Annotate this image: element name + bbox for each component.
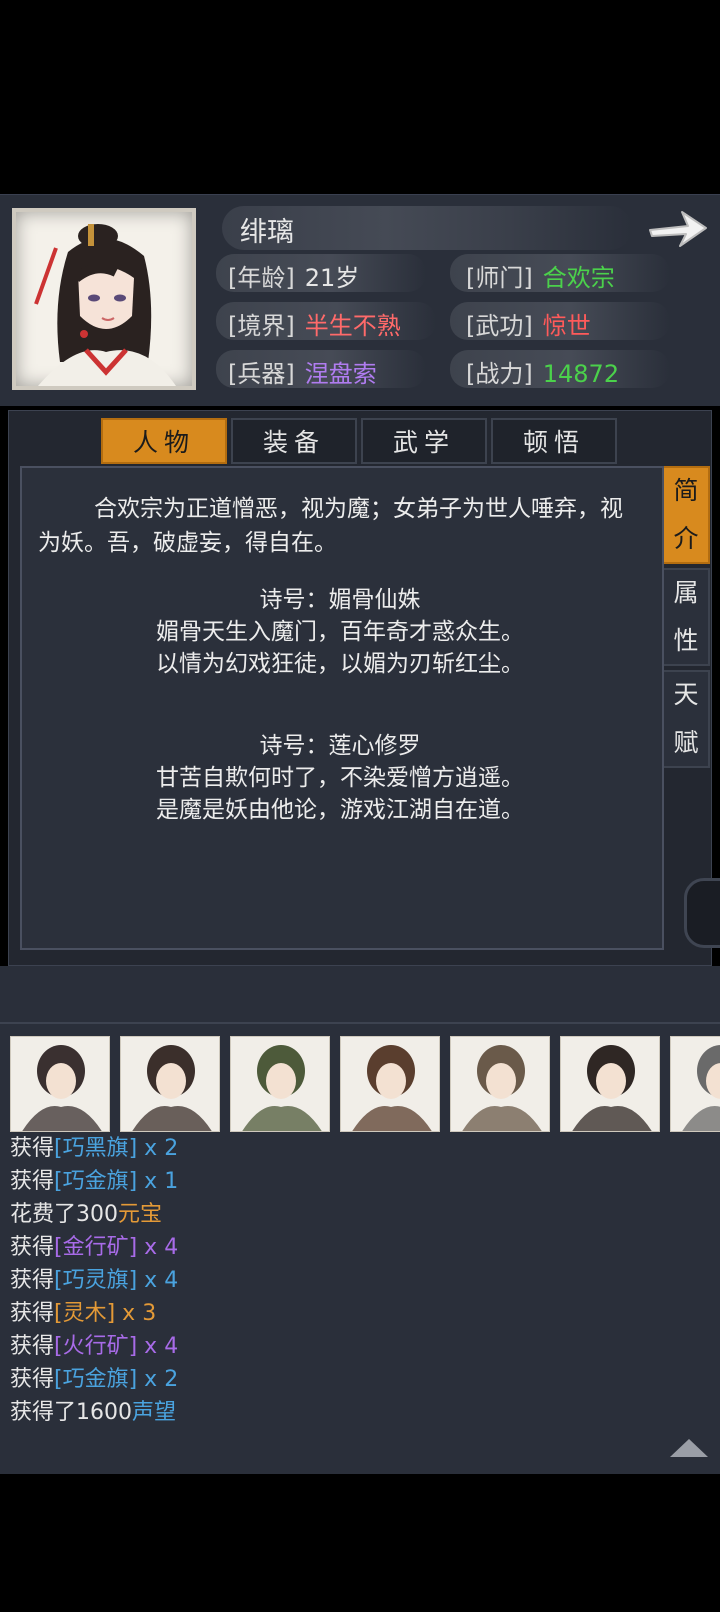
- stat-sect: [师门] 合欢宗: [466, 258, 615, 293]
- stat-label: [战力]: [466, 360, 533, 388]
- roster-portrait[interactable]: [560, 1036, 660, 1132]
- spacer-panel: [0, 966, 720, 1022]
- side-tab-char: 性: [673, 626, 699, 655]
- log-entry: 获得[巧黑旗] x 2: [10, 1132, 178, 1165]
- log-qty: x 4: [137, 1334, 179, 1359]
- log-item: 元宝: [118, 1202, 163, 1227]
- character-portrait: [12, 208, 196, 390]
- character-name: 绯璃: [240, 217, 294, 248]
- tab-equipment[interactable]: 装备: [231, 418, 357, 464]
- side-tab-char: 介: [673, 524, 699, 553]
- log-item: [火行矿]: [54, 1334, 138, 1359]
- main-tabs: 人物 装备 武学 顿悟: [101, 418, 617, 464]
- log-prefix: 获得: [10, 1367, 55, 1392]
- poem-line: 是魔是妖由他论，游戏江湖自在道。: [156, 797, 524, 823]
- log-qty: x 2: [137, 1136, 179, 1161]
- tab-martial-arts[interactable]: 武学: [361, 418, 487, 464]
- roster-portrait[interactable]: [230, 1036, 330, 1132]
- log-item: [巧金旗]: [54, 1367, 138, 1392]
- log-entry: 花费了300元宝: [10, 1198, 178, 1231]
- stat-value: 21岁: [304, 264, 360, 292]
- side-drawer-handle[interactable]: [684, 878, 720, 948]
- stat-weapon: [兵器] 涅盘索: [228, 354, 377, 389]
- poem-1: 诗号：媚骨仙姝 媚骨天生入魔门，百年奇才惑众生。 以情为幻戏狂徒，以媚为刃斩红尘…: [30, 584, 650, 680]
- scroll-up-icon[interactable]: [668, 1437, 710, 1459]
- side-tab-talent[interactable]: 天赋: [664, 670, 710, 768]
- side-tab-char: 赋: [673, 728, 699, 757]
- side-tab-char: 属: [673, 578, 699, 607]
- log-qty: x 1: [137, 1169, 179, 1194]
- poem-2: 诗号：莲心修罗 甘苦自欺何时了，不染爱憎方逍遥。 是魔是妖由他论，游戏江湖自在道…: [30, 730, 650, 826]
- stat-label: [年龄]: [228, 264, 295, 292]
- log-item: [灵木]: [54, 1301, 116, 1326]
- tab-enlightenment[interactable]: 顿悟: [491, 418, 617, 464]
- roster-portrait[interactable]: [120, 1036, 220, 1132]
- log-prefix: 获得: [10, 1301, 55, 1326]
- log-prefix: 获得: [10, 1235, 55, 1260]
- log-qty: x 3: [115, 1301, 157, 1326]
- poem-line: 媚骨天生入魔门，百年奇才惑众生。: [156, 619, 524, 645]
- log-entry: 获得[灵木] x 3: [10, 1297, 178, 1330]
- stat-label: [师门]: [466, 264, 533, 292]
- stat-value: 惊世: [542, 312, 591, 340]
- log-entry: 获得[火行矿] x 4: [10, 1330, 178, 1363]
- stat-label: [境界]: [228, 312, 295, 340]
- log-prefix: 获得: [10, 1268, 55, 1293]
- log-entry: 获得了1600声望: [10, 1396, 178, 1429]
- log-item: [巧黑旗]: [54, 1136, 138, 1161]
- log-qty: x 4: [137, 1268, 179, 1293]
- side-tab-attributes[interactable]: 属性: [664, 568, 710, 666]
- stat-label: [武功]: [466, 312, 533, 340]
- log-prefix: 花费了300: [10, 1202, 118, 1227]
- side-tabs: 简介 属性 天赋: [664, 466, 710, 772]
- poem-title: 诗号：莲心修罗: [259, 733, 421, 759]
- poem-line: 甘苦自欺何时了，不染爱憎方逍遥。: [156, 765, 524, 791]
- stat-value: 14872: [542, 360, 620, 388]
- log-item: [金行矿]: [54, 1235, 138, 1260]
- roster-portrait[interactable]: [10, 1036, 110, 1132]
- character-roster: [10, 1036, 720, 1132]
- log-item: 声望: [132, 1400, 177, 1425]
- side-tab-intro[interactable]: 简介: [664, 466, 710, 564]
- next-arrow-icon[interactable]: [646, 206, 710, 250]
- side-tab-char: 天: [673, 680, 699, 709]
- log-entry: 获得[巧金旗] x 2: [10, 1363, 178, 1396]
- stat-age: [年龄] 21岁: [228, 258, 359, 293]
- log-prefix: 获得: [10, 1334, 55, 1359]
- tab-character[interactable]: 人物: [101, 418, 227, 464]
- roster-portrait[interactable]: [450, 1036, 550, 1132]
- log-prefix: 获得了1600: [10, 1400, 132, 1425]
- log-item: [巧金旗]: [54, 1169, 138, 1194]
- log-prefix: 获得: [10, 1169, 55, 1194]
- stat-label: [兵器]: [228, 360, 295, 388]
- stat-value: 半生不熟: [304, 312, 401, 340]
- stat-realm: [境界] 半生不熟: [228, 306, 401, 341]
- log-entry: 获得[巧灵旗] x 4: [10, 1264, 178, 1297]
- log-prefix: 获得: [10, 1136, 55, 1161]
- stat-martial: [武功] 惊世: [466, 306, 591, 341]
- intro-text: 合欢宗为正道憎恶，视为魔；女弟子为世人唾弃，视为妖。吾，破虚妄，得自在。: [38, 496, 623, 556]
- stat-value: 合欢宗: [542, 264, 615, 292]
- log-entry: 获得[金行矿] x 4: [10, 1231, 178, 1264]
- stat-value: 涅盘索: [304, 360, 377, 388]
- reward-log: 获得[巧黑旗] x 2 获得[巧金旗] x 1 花费了300元宝 获得[金行矿] x …: [10, 1132, 178, 1429]
- log-entry: 获得[巧金旗] x 1: [10, 1165, 178, 1198]
- roster-portrait[interactable]: [340, 1036, 440, 1132]
- roster-portrait[interactable]: [670, 1036, 720, 1132]
- poem-title: 诗号：媚骨仙姝: [259, 587, 421, 613]
- poem-line: 以情为幻戏狂徒，以媚为刃斩红尘。: [156, 651, 524, 677]
- log-item: [巧灵旗]: [54, 1268, 138, 1293]
- log-qty: x 4: [137, 1235, 179, 1260]
- log-qty: x 2: [137, 1367, 179, 1392]
- side-tab-char: 简: [673, 476, 699, 505]
- stat-power: [战力] 14872: [466, 354, 619, 389]
